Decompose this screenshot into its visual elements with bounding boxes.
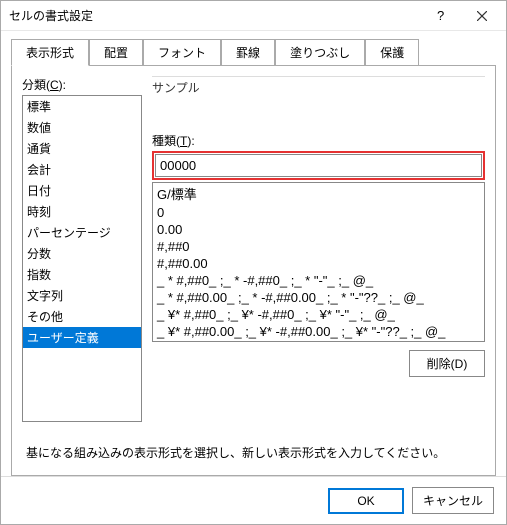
format-item[interactable]: #,##0 xyxy=(153,238,484,255)
delete-row: 削除(D) xyxy=(152,350,485,377)
close-icon xyxy=(477,11,487,21)
category-item[interactable]: 通貨 xyxy=(23,138,141,159)
help-icon: ? xyxy=(437,9,447,23)
close-button[interactable] xyxy=(462,2,502,30)
tab-panel: 分類(C): 標準数値通貨会計日付時刻パーセンテージ分数指数文字列その他ユーザー… xyxy=(11,65,496,476)
type-label: 種類(T): xyxy=(152,132,485,149)
category-item[interactable]: 会計 xyxy=(23,159,141,180)
delete-button[interactable]: 削除(D) xyxy=(409,350,485,377)
category-item[interactable]: 標準 xyxy=(23,96,141,117)
right-panel: サンプル 種類(T): G/標準00.00#,##0#,##0.00_ * #,… xyxy=(152,76,485,422)
main-row: 分類(C): 標準数値通貨会計日付時刻パーセンテージ分数指数文字列その他ユーザー… xyxy=(22,76,485,422)
titlebar: セルの書式設定 ? xyxy=(1,1,506,31)
category-item[interactable]: 数値 xyxy=(23,117,141,138)
tab-2[interactable]: フォント xyxy=(143,39,221,65)
format-item[interactable]: #,##0;-#,##0 xyxy=(153,340,484,342)
format-item[interactable]: 0 xyxy=(153,204,484,221)
category-panel: 分類(C): 標準数値通貨会計日付時刻パーセンテージ分数指数文字列その他ユーザー… xyxy=(22,76,142,422)
tab-3[interactable]: 罫線 xyxy=(221,39,275,65)
format-item[interactable]: _ ¥* #,##0_ ;_ ¥* -#,##0_ ;_ ¥* "-"_ ;_ … xyxy=(153,306,484,323)
svg-text:?: ? xyxy=(437,9,444,23)
category-item[interactable]: 文字列 xyxy=(23,285,141,306)
help-button[interactable]: ? xyxy=(422,2,462,30)
category-item[interactable]: 日付 xyxy=(23,180,141,201)
category-item[interactable]: 分数 xyxy=(23,243,141,264)
type-input[interactable] xyxy=(155,154,482,177)
format-item[interactable]: G/標準 xyxy=(153,183,484,204)
format-list[interactable]: G/標準00.00#,##0#,##0.00_ * #,##0_ ;_ * -#… xyxy=(152,182,485,342)
format-item[interactable]: 0.00 xyxy=(153,221,484,238)
tab-4[interactable]: 塗りつぶし xyxy=(275,39,365,65)
category-item[interactable]: 指数 xyxy=(23,264,141,285)
tab-1[interactable]: 配置 xyxy=(89,39,143,65)
format-item[interactable]: #,##0.00 xyxy=(153,255,484,272)
sample-area: サンプル xyxy=(152,76,485,126)
sample-label: サンプル xyxy=(152,79,485,96)
category-item[interactable]: 時刻 xyxy=(23,201,141,222)
type-input-highlight xyxy=(152,151,485,180)
ok-button[interactable]: OK xyxy=(328,488,404,514)
format-item[interactable]: _ * #,##0_ ;_ * -#,##0_ ;_ * "-"_ ;_ @_ xyxy=(153,272,484,289)
tabs: 表示形式配置フォント罫線塗りつぶし保護 xyxy=(1,31,506,65)
tab-5[interactable]: 保護 xyxy=(365,39,419,65)
category-list[interactable]: 標準数値通貨会計日付時刻パーセンテージ分数指数文字列その他ユーザー定義 xyxy=(22,95,142,422)
format-item[interactable]: _ ¥* #,##0.00_ ;_ ¥* -#,##0.00_ ;_ ¥* "-… xyxy=(153,323,484,340)
cancel-button[interactable]: キャンセル xyxy=(412,487,494,514)
category-label: 分類(C): xyxy=(22,76,142,93)
window-title: セルの書式設定 xyxy=(9,7,422,24)
format-item[interactable]: _ * #,##0.00_ ;_ * -#,##0.00_ ;_ * "-"??… xyxy=(153,289,484,306)
button-bar: OK キャンセル xyxy=(1,476,506,524)
tab-0[interactable]: 表示形式 xyxy=(11,39,89,66)
category-item[interactable]: その他 xyxy=(23,306,141,327)
category-item[interactable]: パーセンテージ xyxy=(23,222,141,243)
hint-text: 基になる組み込みの表示形式を選択し、新しい表示形式を入力してください。 xyxy=(26,444,481,461)
format-cells-dialog: セルの書式設定 ? 表示形式配置フォント罫線塗りつぶし保護 分類(C): 標準数… xyxy=(0,0,507,525)
category-item[interactable]: ユーザー定義 xyxy=(23,327,141,348)
